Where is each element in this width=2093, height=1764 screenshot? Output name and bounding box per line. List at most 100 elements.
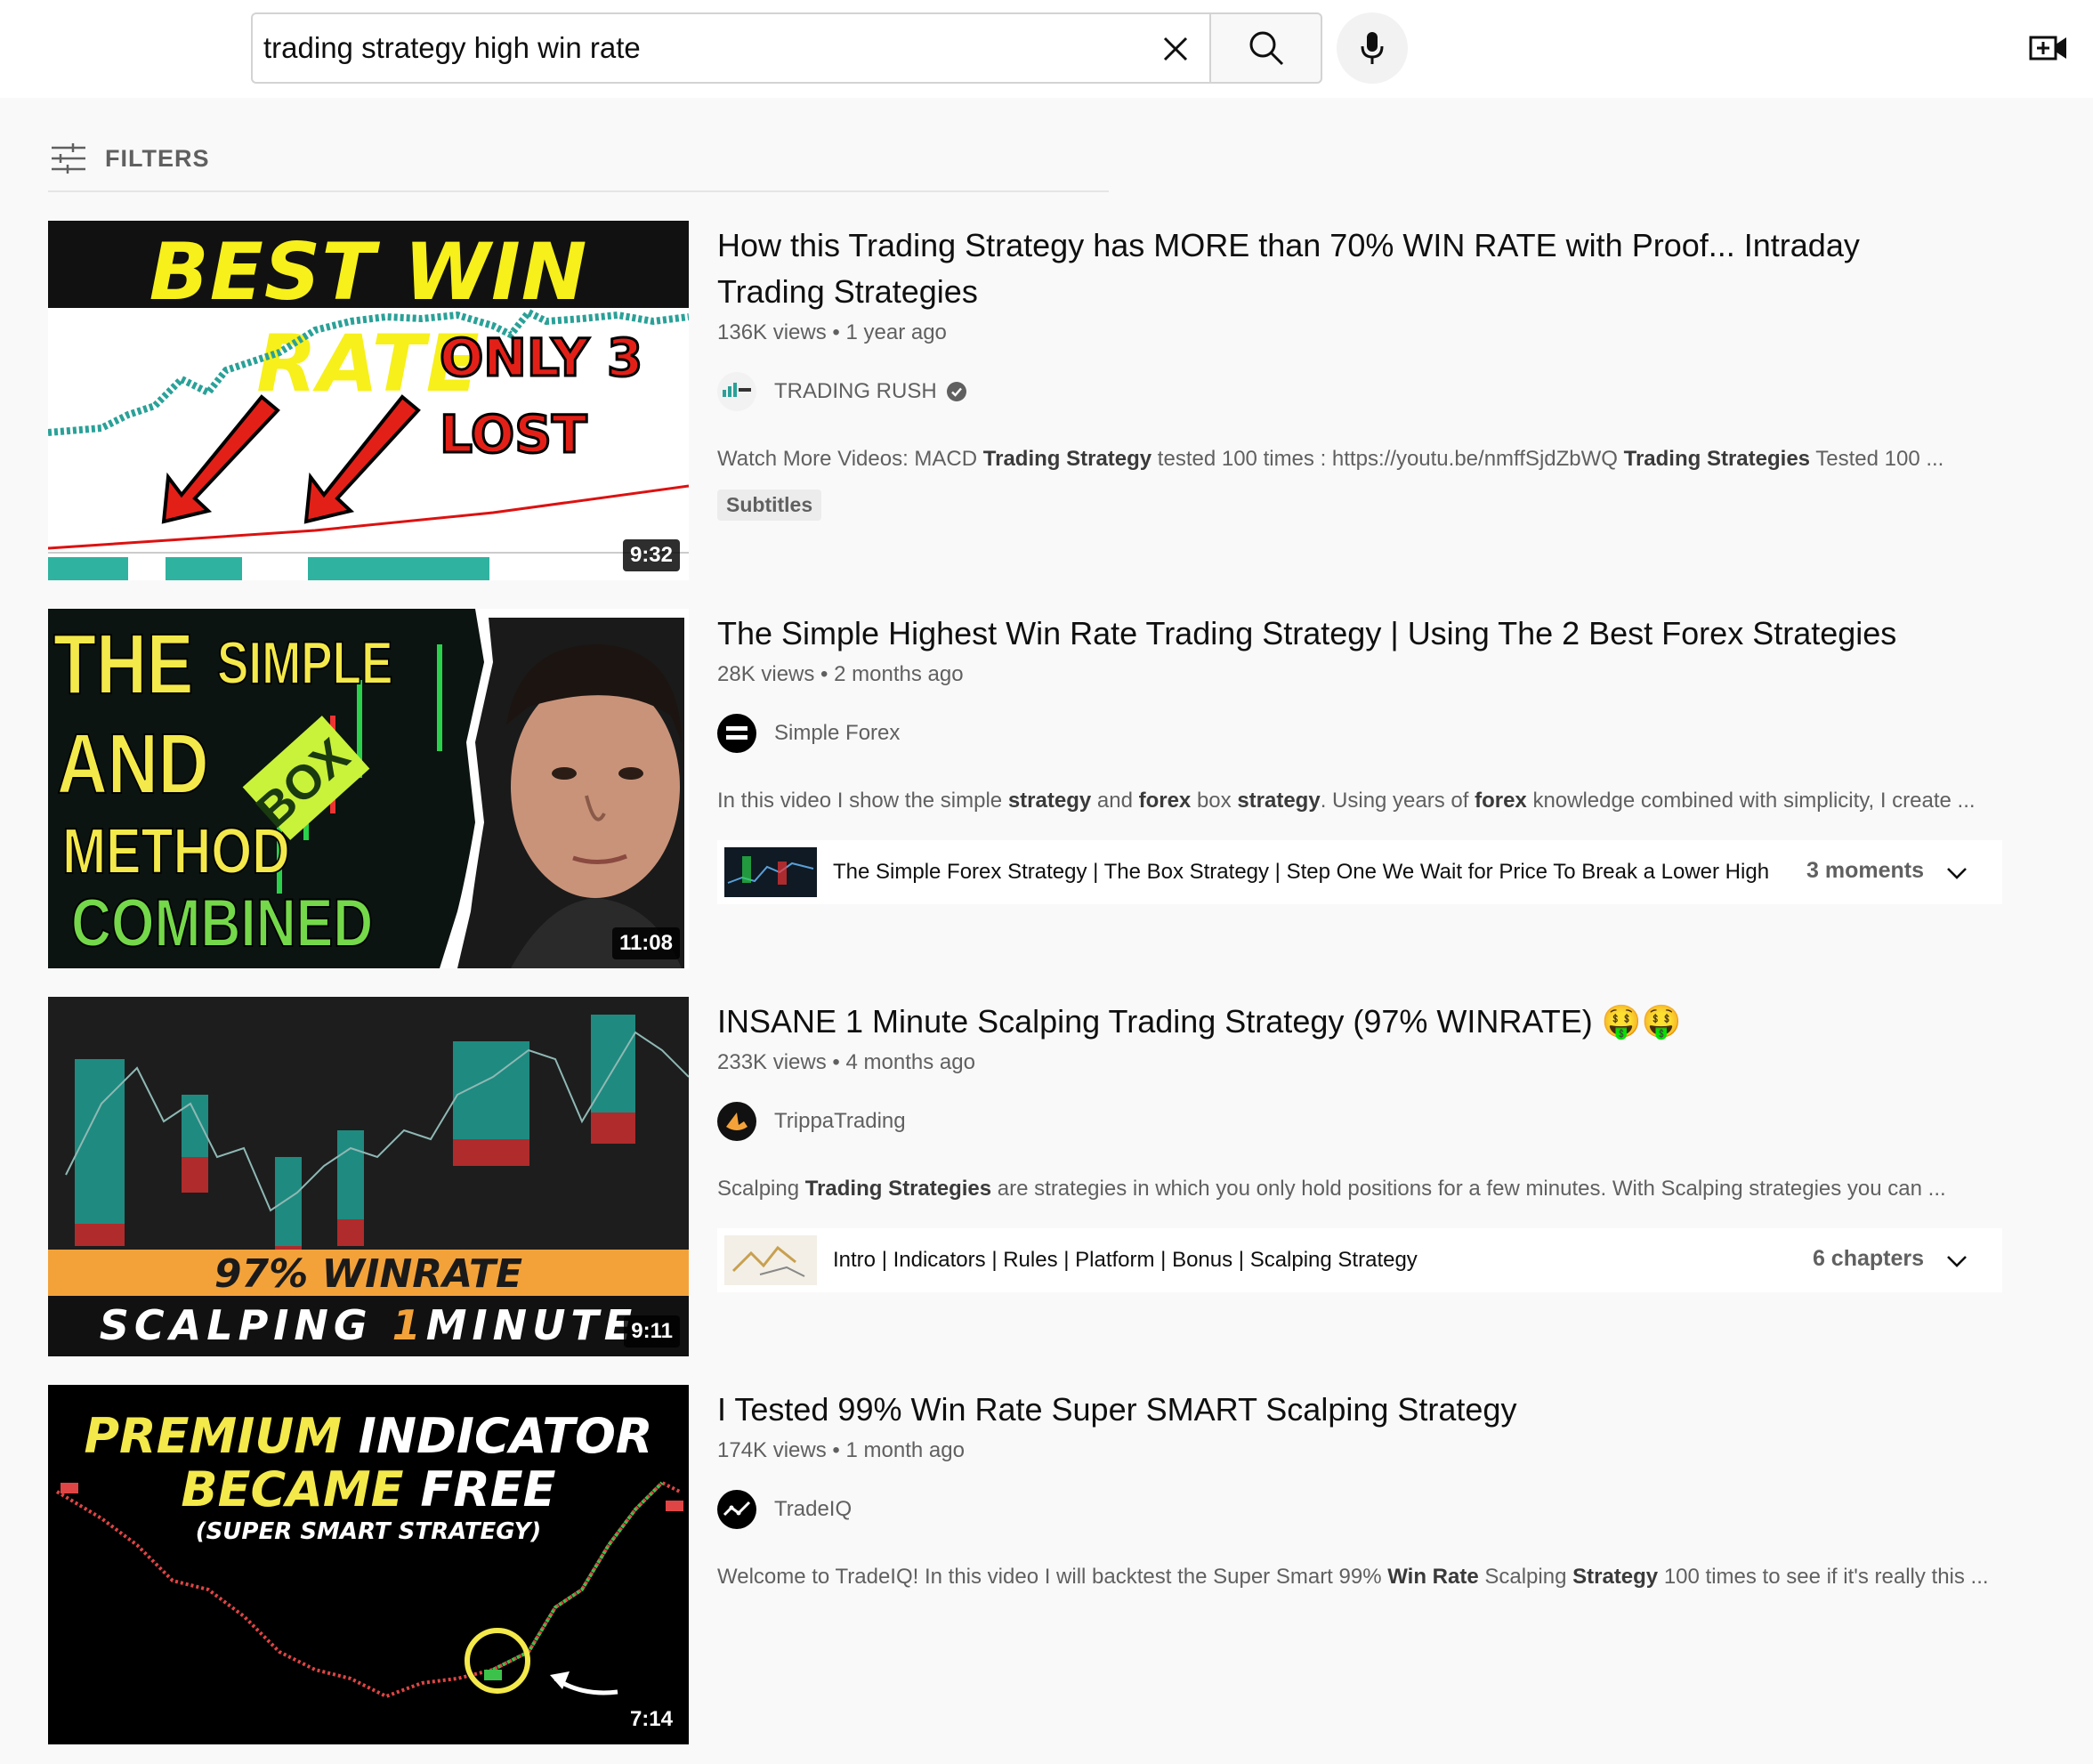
chapter-count: 3 moments — [1806, 858, 1924, 883]
video-thumbnail[interactable]: BEST WIN RATE ONLY 3 LOST 9:32 — [48, 221, 689, 580]
upload-age: 1 year ago — [845, 320, 947, 344]
thumbnail-text: FREE — [403, 1461, 556, 1517]
description-text: Welcome to TradeIQ! In this video I will… — [717, 1565, 1388, 1589]
close-icon — [1163, 36, 1188, 61]
description-text: tested 100 times : https://youtu.be/nmff… — [1152, 447, 1624, 471]
avatar — [717, 372, 756, 411]
video-meta: 136K views • 1 year ago — [717, 320, 947, 344]
search-button[interactable] — [1209, 12, 1322, 84]
description-text: Scalping — [717, 1177, 805, 1201]
search-icon — [1249, 31, 1283, 66]
channel-name: TradeIQ — [774, 1497, 853, 1521]
duration-badge: 9:32 — [622, 539, 680, 571]
channel-logo-icon — [723, 1501, 751, 1517]
voice-search-button[interactable] — [1337, 12, 1408, 84]
video-thumbnail[interactable]: THE SIMPLE AND BOX METHOD COMBINED 11:08 — [48, 609, 689, 968]
filter-sliders-icon — [52, 143, 85, 174]
thumbnail-text: METHOD — [61, 815, 290, 888]
description-keyword: Trading Strategies — [1623, 447, 1811, 471]
video-title-line: Trading Strategies — [717, 273, 978, 310]
channel-logo-icon — [726, 726, 748, 740]
channel-name: TRADING RUSH — [774, 379, 937, 403]
thumbnail-text: AND — [56, 716, 209, 813]
chapter-titles: The Simple Forex Strategy | The Box Stra… — [833, 860, 1770, 884]
description-text: Tested 100 ... — [1810, 447, 1944, 471]
video-info: The Simple Highest Win Rate Trading Stra… — [717, 609, 2002, 904]
video-info: INSANE 1 Minute Scalping Trading Strateg… — [717, 997, 2002, 1292]
description-keyword: Trading Strategies — [804, 1177, 992, 1201]
channel-link[interactable]: TRADING RUSH — [717, 372, 2002, 411]
filters-button[interactable]: FILTERS — [50, 135, 210, 182]
create-video-button[interactable] — [2025, 27, 2072, 69]
description-keyword: Strategy — [1572, 1565, 1659, 1589]
video-meta: 28K views • 2 months ago — [717, 662, 964, 686]
thumbnail-text: SIMPLE — [216, 628, 393, 698]
search-input[interactable] — [263, 14, 1118, 82]
video-title[interactable]: The Simple Highest Win Rate Trading Stra… — [717, 611, 2002, 657]
chapters-row[interactable]: Intro | Indicators | Rules | Platform | … — [717, 1228, 2002, 1292]
thumbnail-text: THE — [53, 616, 194, 713]
duration-badge: 7:14 — [622, 1703, 680, 1736]
video-title[interactable]: I Tested 99% Win Rate Super SMART Scalpi… — [717, 1387, 2002, 1433]
description-text: 100 times to see if it's really this ... — [1658, 1565, 1989, 1589]
microphone-icon — [1361, 32, 1384, 64]
description-text: knowledge combined with simplicity, I cr… — [1526, 789, 1976, 813]
view-count: 136K views — [717, 320, 827, 344]
key-moments-row[interactable]: The Simple Forex Strategy | The Box Stra… — [717, 840, 2002, 904]
description-keyword: strategy — [1007, 789, 1092, 813]
video-title[interactable]: INSANE 1 Minute Scalping Trading Strateg… — [717, 999, 2002, 1045]
avatar — [717, 714, 756, 753]
description-text: box — [1191, 789, 1238, 813]
thumbnail-text: PREMIUM — [84, 1408, 342, 1464]
thumbnail-text: 1 — [392, 1301, 426, 1349]
video-thumbnail[interactable]: 97% WINRATE SCALPING 1MINUTE 9:11 — [48, 997, 689, 1356]
thumbnail-text: PREMIUM INDICATOR — [48, 1408, 689, 1464]
video-description: Watch More Videos: MACD Trading Strategy… — [717, 445, 2002, 473]
thumbnail-text: (SUPER SMART STRATEGY) — [195, 1518, 542, 1545]
view-count: 233K views — [717, 1050, 827, 1074]
channel-logo-icon — [726, 1113, 748, 1130]
thumbnail-bottom-text: SCALPING 1MINUTE — [48, 1301, 689, 1349]
divider — [48, 190, 1109, 192]
video-thumbnail[interactable]: PREMIUM INDICATOR BECAME FREE (SUPER SMA… — [48, 1385, 689, 1744]
thumbnail-callout: ONLY 3 — [438, 327, 643, 390]
view-count: 174K views — [717, 1438, 827, 1462]
clear-search-button[interactable] — [1153, 27, 1198, 71]
thumbnail-band-text: 97% WINRATE — [214, 1251, 523, 1297]
description-keyword: forex — [1138, 789, 1192, 813]
description-keyword: Trading Strategy — [982, 447, 1152, 471]
chevron-down-icon — [1947, 868, 1967, 879]
description-text: and — [1091, 789, 1139, 813]
channel-link[interactable]: Simple Forex — [717, 714, 2002, 753]
description-keyword: strategy — [1237, 789, 1321, 813]
description-keyword: Win Rate — [1387, 1565, 1479, 1589]
channel-name: TrippaTrading — [774, 1109, 906, 1133]
channel-link[interactable]: TrippaTrading — [717, 1102, 2002, 1141]
video-title-line: How this Trading Strategy has MORE than … — [717, 227, 1860, 263]
video-result: THE SIMPLE AND BOX METHOD COMBINED 11:08… — [48, 609, 2002, 968]
video-result: 97% WINRATE SCALPING 1MINUTE 9:11 INSANE… — [48, 997, 2002, 1356]
description-keyword: forex — [1475, 789, 1527, 813]
video-title[interactable]: How this Trading Strategy has MORE than … — [717, 223, 2002, 315]
video-result: BEST WIN RATE ONLY 3 LOST 9:32 How this … — [48, 221, 2002, 580]
description-text: Watch More Videos: MACD — [717, 447, 983, 471]
subtitles-badge: Subtitles — [717, 490, 822, 521]
avatar — [717, 1490, 756, 1529]
chevron-down-icon — [1947, 1256, 1967, 1267]
verified-badge-icon — [946, 382, 966, 401]
duration-badge: 11:08 — [611, 927, 680, 959]
channel-link[interactable]: TradeIQ — [717, 1490, 2002, 1529]
chapter-thumbnail — [724, 847, 817, 897]
chapter-thumbnail — [724, 1235, 817, 1285]
video-info: I Tested 99% Win Rate Super SMART Scalpi… — [717, 1385, 2002, 1591]
top-bar — [0, 0, 2093, 98]
video-meta: 233K views • 4 months ago — [717, 1050, 975, 1074]
channel-logo-icon — [723, 383, 751, 397]
thumbnail-text: SCALPING — [99, 1301, 392, 1349]
search-box — [251, 12, 1209, 84]
thumbnail-text: COMBINED — [70, 885, 374, 962]
video-create-icon — [2029, 36, 2066, 61]
chapter-titles: Intro | Indicators | Rules | Platform | … — [833, 1248, 1418, 1272]
thumbnail-text: BECAME — [181, 1461, 404, 1517]
upload-age: 1 month ago — [845, 1438, 965, 1462]
